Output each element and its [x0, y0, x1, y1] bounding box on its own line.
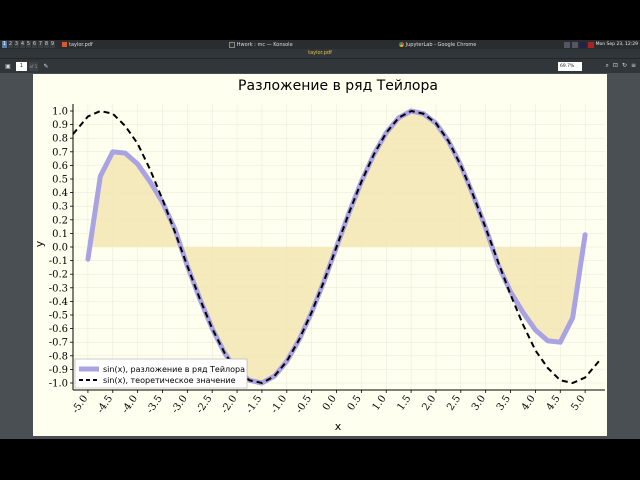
- chrome-icon: [398, 42, 404, 47]
- x-tick-label: -3.0: [170, 393, 190, 415]
- volume-icon[interactable]: [571, 41, 578, 48]
- workspace-8[interactable]: 8: [44, 41, 49, 48]
- task-taylor-pdf[interactable]: taylor.pdf: [59, 40, 96, 49]
- x-tick-label: -4.5: [95, 393, 115, 415]
- x-tick-label: 3.0: [470, 393, 488, 412]
- legend-label-theoretical: sin(x), теоретическое значение: [103, 376, 236, 385]
- y-tick-label: 0.9: [52, 120, 68, 131]
- zoom-select[interactable]: 69.7%: [558, 62, 582, 71]
- y-tick-label: 0.4: [52, 188, 68, 199]
- workspace-2[interactable]: 2: [8, 41, 13, 48]
- x-tick-label: -1.0: [269, 393, 289, 415]
- legend-label-taylor: sin(x), разложение в ряд Тейлора: [103, 365, 245, 374]
- x-tick-label: 5.0: [569, 393, 587, 412]
- workspace-7[interactable]: 7: [38, 41, 43, 48]
- x-tick-label: -2.5: [195, 393, 215, 415]
- y-tick-label: -0.7: [49, 338, 68, 349]
- vpn-icon[interactable]: [579, 41, 586, 48]
- y-tick-label: 1.0: [52, 107, 68, 118]
- legend: sin(x), разложение в ряд Тейлора sin(x),…: [74, 358, 248, 389]
- y-tick-label: -0.6: [49, 324, 68, 335]
- system-tray: Mon Sep 23, 12:29: [563, 40, 638, 49]
- y-tick-label: -0.3: [49, 283, 68, 294]
- clock[interactable]: Mon Sep 23, 12:29: [596, 42, 638, 47]
- window-title: taylor.pdf: [0, 49, 640, 58]
- taylor-chart: -5.0 -4.5 -4.0 -3.5 -3.0 -2.5 -2.0 -1.5 -1.0 -0.5…: [33, 78, 605, 433]
- x-tick-label: -0.5: [294, 393, 314, 415]
- x-tick-label: -3.5: [145, 393, 165, 415]
- x-tick-label: 3.5: [495, 393, 513, 412]
- y-tick-label: -0.4: [49, 297, 68, 308]
- x-tick-label: 4.0: [520, 393, 538, 412]
- x-tick-label: -2.0: [219, 393, 239, 415]
- y-tick-label: 0.8: [52, 134, 68, 145]
- workspace-5[interactable]: 5: [26, 41, 31, 48]
- rotate-icon[interactable]: ↻: [622, 62, 627, 70]
- sidebar-toggle-icon[interactable]: ▣: [4, 63, 12, 71]
- workspace-3[interactable]: 3: [14, 41, 19, 48]
- y-tick-label: -0.2: [49, 270, 68, 281]
- task-konsole[interactable]: Hwork : mc — Konsole: [226, 40, 296, 49]
- fit-icon[interactable]: ⊡: [613, 62, 618, 70]
- task-label: Hwork : mc — Konsole: [236, 41, 293, 48]
- workspace-4[interactable]: 4: [20, 41, 25, 48]
- okular-icon: [62, 42, 67, 47]
- y-tick-label: -0.8: [49, 351, 68, 362]
- y-tick-label: 0.5: [52, 175, 68, 186]
- task-chrome[interactable]: JupyterLab - Google Chrome: [396, 40, 480, 49]
- pen-icon[interactable]: ✎: [42, 63, 50, 71]
- workspace-9[interactable]: 9: [50, 41, 55, 48]
- y-tick-label: -0.5: [49, 311, 68, 322]
- x-tick-label: 1.5: [395, 393, 413, 412]
- task-label: JupyterLab - Google Chrome: [405, 41, 477, 48]
- task-label: taylor.pdf: [69, 41, 93, 48]
- x-tick-label: 1.0: [371, 393, 389, 412]
- y-tick-label: 0.6: [52, 161, 68, 172]
- y-tick-label: 0.7: [52, 147, 68, 158]
- workspace-6[interactable]: 6: [32, 41, 37, 48]
- pdf-page: -5.0 -4.5 -4.0 -3.5 -3.0 -2.5 -2.0 -1.5 -1.0 -0.5…: [33, 74, 607, 436]
- network-icon[interactable]: [563, 41, 570, 48]
- x-tick-label: -4.0: [120, 393, 140, 415]
- viewer-toolbar: ▣ 1 of 1 ✎ 69.7% ⌕ ⊡ ↻ ≡: [0, 58, 640, 74]
- x-tick-label: 0.5: [346, 393, 364, 412]
- y-tick-label: 0.2: [52, 215, 68, 226]
- x-tick-label: 2.5: [445, 393, 463, 412]
- workspace-switcher[interactable]: 123456789: [2, 41, 55, 48]
- x-tick-label: 2.0: [420, 393, 438, 412]
- y-axis-label: y: [33, 240, 46, 247]
- y-tick-label: -0.9: [49, 365, 68, 376]
- y-tick-label: -1.0: [49, 379, 68, 390]
- y-tick-labels: 1.0 0.9 0.8 0.7 0.6 0.5 0.4 0.3 0.2 0.1 0.0 -0.1 -0.…: [49, 107, 68, 390]
- x-tick-label: 0.0: [321, 393, 339, 412]
- y-tick-label: -0.1: [49, 256, 68, 267]
- y-tick-label: 0.3: [52, 202, 68, 213]
- x-tick-label: -5.0: [70, 393, 90, 415]
- page-of-label: of 1: [29, 62, 38, 71]
- search-icon[interactable]: ⌕: [606, 62, 609, 70]
- user-icon[interactable]: [587, 41, 594, 48]
- terminal-icon: [228, 41, 235, 48]
- workspace-1[interactable]: 1: [2, 41, 7, 48]
- x-tick-label: 4.5: [545, 393, 563, 412]
- x-axis-label: x: [335, 420, 342, 433]
- x-tick-label: -1.5: [244, 393, 264, 415]
- y-tick-label: 0.0: [52, 243, 68, 254]
- chart-title: Разложение в ряд Тейлора: [238, 78, 438, 94]
- page-number-input[interactable]: 1: [16, 62, 27, 71]
- x-tick-labels: -5.0 -4.5 -4.0 -3.5 -3.0 -2.5 -2.0 -1.5 -1.0 -0.5…: [70, 393, 587, 415]
- taskbar: 123456789 taylor.pdf Hwork : mc — Konsol…: [0, 40, 640, 49]
- menu-icon[interactable]: ≡: [631, 62, 636, 70]
- y-tick-label: 0.1: [52, 229, 68, 240]
